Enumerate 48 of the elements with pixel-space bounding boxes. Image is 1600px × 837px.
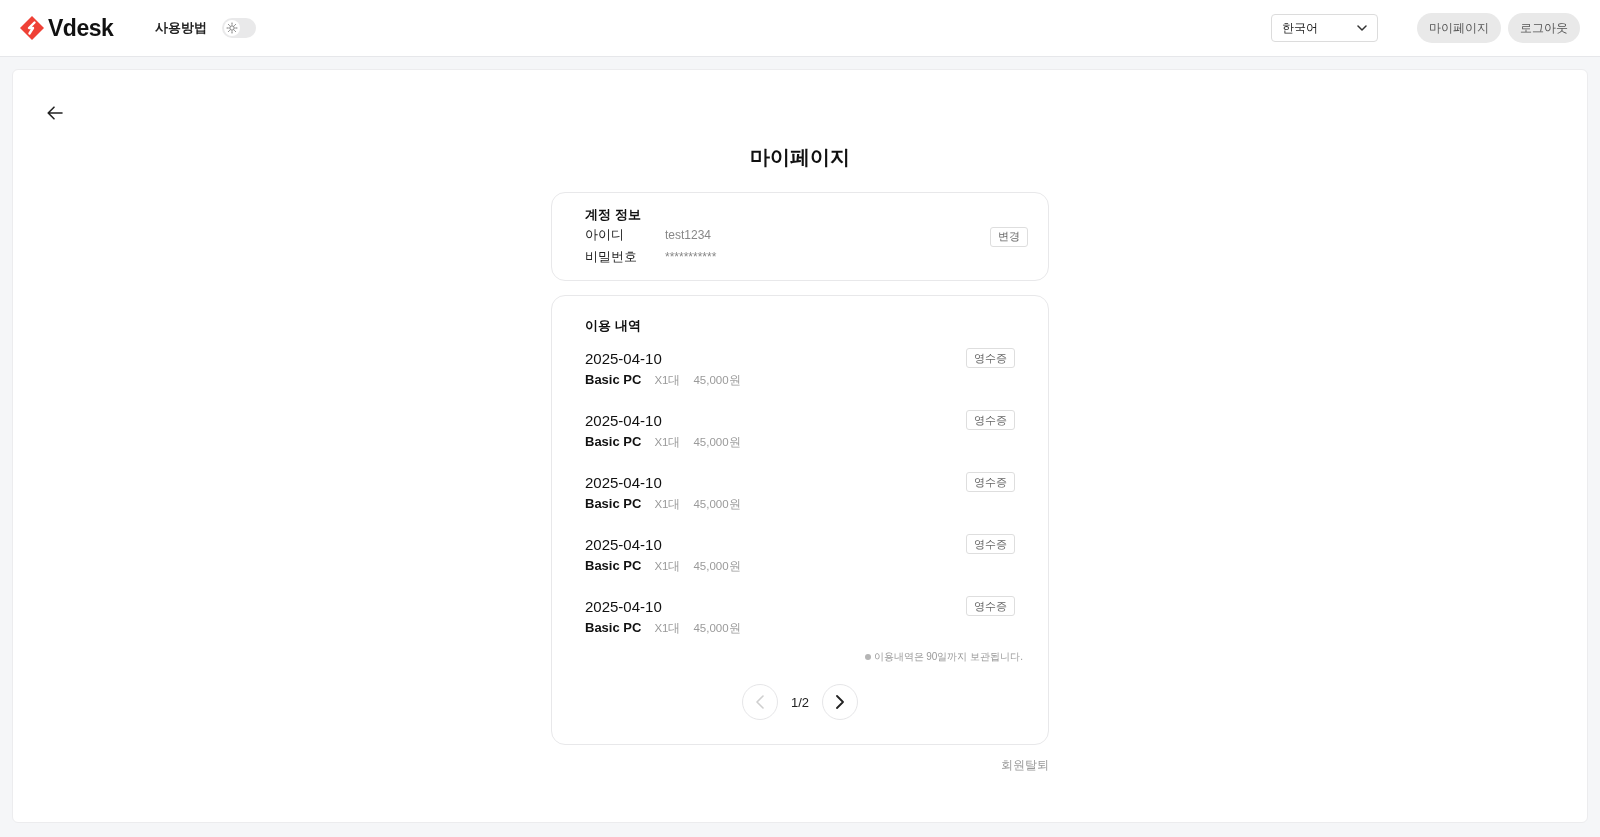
- receipt-button[interactable]: 영수증: [966, 596, 1015, 616]
- chevron-down-icon: [1357, 25, 1367, 31]
- field-label: 아이디: [585, 227, 625, 244]
- receipt-button[interactable]: 영수증: [966, 348, 1015, 368]
- receipt-button[interactable]: 영수증: [966, 472, 1015, 492]
- back-arrow-icon[interactable]: [47, 106, 63, 120]
- entry-date: 2025-04-10: [585, 535, 663, 555]
- field-label: 비밀번호: [585, 249, 638, 266]
- page-title: 마이페이지: [750, 145, 850, 170]
- quantity-text: X1대: [654, 559, 681, 574]
- page-indicator: 1/2: [789, 694, 811, 710]
- bullet-dot-icon: [864, 654, 871, 660]
- quantity-text: X1대: [654, 497, 681, 512]
- entry-date: 2025-04-10: [585, 597, 663, 617]
- price-text: 45,000원: [693, 373, 741, 388]
- quantity-text: X1대: [654, 621, 681, 636]
- header-button[interactable]: 마이페이지: [1417, 13, 1501, 43]
- entry-date: 2025-04-10: [585, 349, 663, 369]
- entry-date: 2025-04-10: [585, 411, 663, 431]
- logo[interactable]: Vdesk: [20, 14, 114, 42]
- price-text: 45,000원: [693, 497, 741, 512]
- chevron-left-icon: [756, 695, 764, 709]
- field-value: ***********: [665, 249, 717, 266]
- price-text: 45,000원: [693, 559, 741, 574]
- header-button[interactable]: 로그아웃: [1508, 13, 1580, 43]
- change-button[interactable]: 변경: [990, 226, 1028, 247]
- product-name: Basic PC: [585, 619, 642, 637]
- retention-note: 이용내역은 90일까지 보관됩니다.: [873, 650, 1023, 664]
- product-name: Basic PC: [585, 495, 642, 513]
- guide-link[interactable]: 사용방법: [155, 19, 208, 37]
- quantity-text: X1대: [654, 435, 681, 450]
- language-select[interactable]: 한국어: [1271, 14, 1378, 42]
- receipt-button[interactable]: 영수증: [966, 410, 1015, 430]
- chevron-right-icon: [836, 695, 844, 709]
- theme-toggle[interactable]: [222, 18, 257, 38]
- diamond-logo-icon: [20, 16, 44, 40]
- field-value: test1234: [665, 227, 713, 244]
- section-heading: 계정 정보: [585, 206, 642, 224]
- product-name: Basic PC: [585, 557, 642, 575]
- quantity-text: X1대: [654, 373, 681, 388]
- section-heading: 이용 내역: [585, 317, 642, 335]
- receipt-button[interactable]: 영수증: [966, 534, 1015, 554]
- product-name: Basic PC: [585, 371, 642, 389]
- next-page-button[interactable]: [822, 684, 858, 720]
- product-name: Basic PC: [585, 433, 642, 451]
- price-text: 45,000원: [693, 435, 741, 450]
- price-text: 45,000원: [693, 621, 741, 636]
- entry-date: 2025-04-10: [585, 473, 663, 493]
